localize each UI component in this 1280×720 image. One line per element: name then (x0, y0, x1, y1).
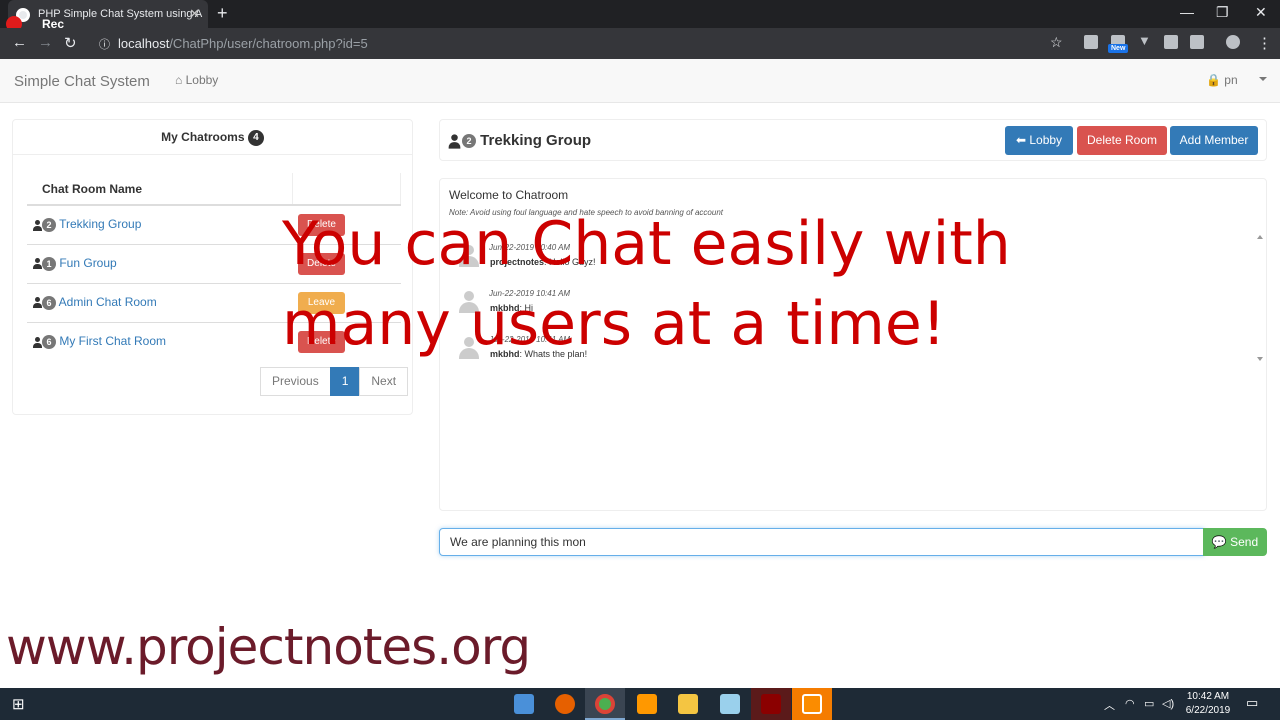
room-cell: 1 Fun Group (27, 243, 292, 283)
room-cell: 2 Trekking Group (27, 204, 292, 244)
tab-close-icon[interactable]: ✕ (189, 6, 200, 22)
pagination-previous[interactable]: Previous (260, 367, 331, 396)
taskbar-app-icon[interactable] (720, 694, 740, 714)
bookmark-star-icon[interactable]: ☆ (1050, 34, 1063, 51)
message-input-group: 💬 Send (439, 528, 1267, 556)
browser-tabstrip: PHP Simple Chat System using A ✕ Rec + —… (0, 0, 1280, 32)
member-count-badge: 6 (42, 335, 56, 350)
browser-tab[interactable]: PHP Simple Chat System using A ✕ (8, 0, 208, 28)
user-icon (33, 336, 42, 348)
user-menu-caret-icon[interactable] (1259, 77, 1267, 81)
send-button-label: Send (1230, 535, 1259, 549)
member-count-badge: 6 (42, 295, 56, 310)
brand[interactable]: Simple Chat System (14, 73, 150, 90)
user-icon (33, 297, 42, 309)
scroll-up-icon[interactable] (1257, 235, 1263, 239)
recorder-icon[interactable] (761, 694, 781, 714)
url-host: localhost (118, 36, 170, 51)
extension-v-icon[interactable]: ▼ (1138, 33, 1152, 48)
member-count-badge: 1 (42, 256, 56, 271)
room-name: Trekking Group (480, 132, 592, 149)
room-cell: 6 My First Chat Room (27, 321, 292, 361)
table-header-row: Chat Room Name (27, 173, 401, 206)
info-icon[interactable]: ⓘ (99, 36, 110, 52)
tray-chevron-icon[interactable]: ︿ (1104, 697, 1115, 713)
forward-icon[interactable]: → (38, 34, 53, 51)
taskbar-app-icon[interactable] (514, 694, 534, 714)
overlay-caption: You can Chat easily with many users at a… (282, 209, 1011, 359)
taskbar: ⊞ ︿ ◠ ▭ ◁) 10:42 AM 6/22/2019 ▭ (0, 688, 1280, 720)
firefox-icon[interactable] (555, 694, 575, 714)
delete-room-button[interactable]: Delete Room (1077, 126, 1167, 155)
chatroom-count-badge: 4 (247, 130, 264, 146)
windows-start-icon[interactable]: ⊞ (12, 695, 25, 713)
send-button[interactable]: 💬 Send (1203, 528, 1267, 556)
pagination-page-1[interactable]: 1 (329, 367, 361, 396)
reload-icon[interactable]: ↻ (64, 34, 77, 52)
back-icon[interactable]: ← (12, 34, 27, 51)
arrow-left-icon: ⬅ (1015, 133, 1026, 147)
url-field[interactable]: localhost/ChatPhp/user/chatroom.php?id=5 (118, 36, 368, 51)
user-icon (33, 258, 42, 270)
pagination: Previous 1 Next (260, 367, 409, 396)
nav-lobby-link[interactable]: ⌂ Lobby (175, 73, 218, 87)
nav-lobby-label: Lobby (185, 73, 219, 87)
column-header-name: Chat Room Name (27, 173, 293, 206)
scroll-down-icon[interactable] (1257, 357, 1263, 361)
member-count-badge: 2 (42, 218, 56, 233)
welcome-heading: Welcome to Chatroom (449, 188, 569, 202)
minimize-icon[interactable]: — (1180, 4, 1194, 20)
column-header-action (292, 173, 401, 206)
my-chatrooms-title: My Chatrooms (161, 130, 245, 145)
new-tab-icon[interactable]: + (217, 3, 228, 24)
add-member-button[interactable]: Add Member (1170, 126, 1258, 155)
user-icon (448, 133, 461, 149)
extension-camera-icon[interactable] (1164, 35, 1178, 49)
lock-icon: 🔒 (1206, 73, 1221, 87)
room-member-count-badge: 2 (462, 134, 476, 149)
file-explorer-icon[interactable] (678, 694, 698, 714)
sublime-text-icon[interactable] (637, 694, 657, 714)
chrome-icon[interactable] (595, 694, 615, 714)
message-input[interactable] (439, 528, 1204, 556)
lobby-button[interactable]: ⬅ Lobby (1005, 126, 1073, 155)
battery-icon[interactable]: ▭ (1144, 697, 1154, 710)
room-link[interactable]: Trekking Group (59, 217, 141, 231)
website-watermark: www.projectnotes.org (6, 618, 531, 676)
url-path: /ChatPhp/user/chatroom.php?id=5 (169, 36, 368, 51)
volume-icon[interactable]: ◁) (1162, 697, 1174, 710)
room-cell: 6 Admin Chat Room (27, 282, 292, 322)
user-icon (33, 219, 42, 231)
room-link[interactable]: Fun Group (59, 256, 116, 270)
wifi-icon[interactable]: ◠ (1125, 697, 1135, 710)
home-icon: ⌂ (175, 73, 183, 87)
my-chatrooms-header: My Chatrooms 4 (13, 120, 412, 155)
comment-icon: 💬 (1211, 535, 1227, 549)
window-close-icon[interactable]: ✕ (1255, 4, 1267, 21)
room-link[interactable]: My First Chat Room (59, 334, 166, 348)
maximize-icon[interactable]: ❐ (1216, 4, 1229, 21)
extension-download-icon[interactable] (1084, 35, 1098, 49)
clock-time: 10:42 AM (1186, 691, 1230, 702)
user-name: pn (1224, 73, 1238, 87)
extension-new-badge: New (1108, 44, 1129, 53)
profile-avatar-icon[interactable] (1226, 35, 1240, 49)
user-menu[interactable]: 🔒 pn (1206, 73, 1238, 87)
room-link[interactable]: Admin Chat Room (59, 295, 157, 309)
notifications-icon[interactable]: ▭ (1246, 695, 1258, 711)
browser-menu-icon[interactable]: ⋮ (1257, 34, 1272, 52)
clock-date: 6/22/2019 (1185, 705, 1231, 716)
extension-facebook-icon[interactable] (1190, 35, 1204, 49)
system-clock[interactable]: 10:42 AM 6/22/2019 (1178, 690, 1238, 718)
address-bar: ← → ↻ ⓘ localhost/ChatPhp/user/chatroom.… (0, 28, 1280, 59)
xampp-icon[interactable] (802, 694, 822, 714)
room-title: 2 Trekking Group (448, 132, 592, 149)
room-header-panel: 2 Trekking Group ⬅ Lobby Delete Room Add… (439, 119, 1267, 161)
app-navbar: Simple Chat System ⌂ Lobby 🔒 pn (0, 59, 1280, 103)
lobby-button-label: Lobby (1029, 133, 1063, 147)
pagination-next[interactable]: Next (359, 367, 409, 396)
